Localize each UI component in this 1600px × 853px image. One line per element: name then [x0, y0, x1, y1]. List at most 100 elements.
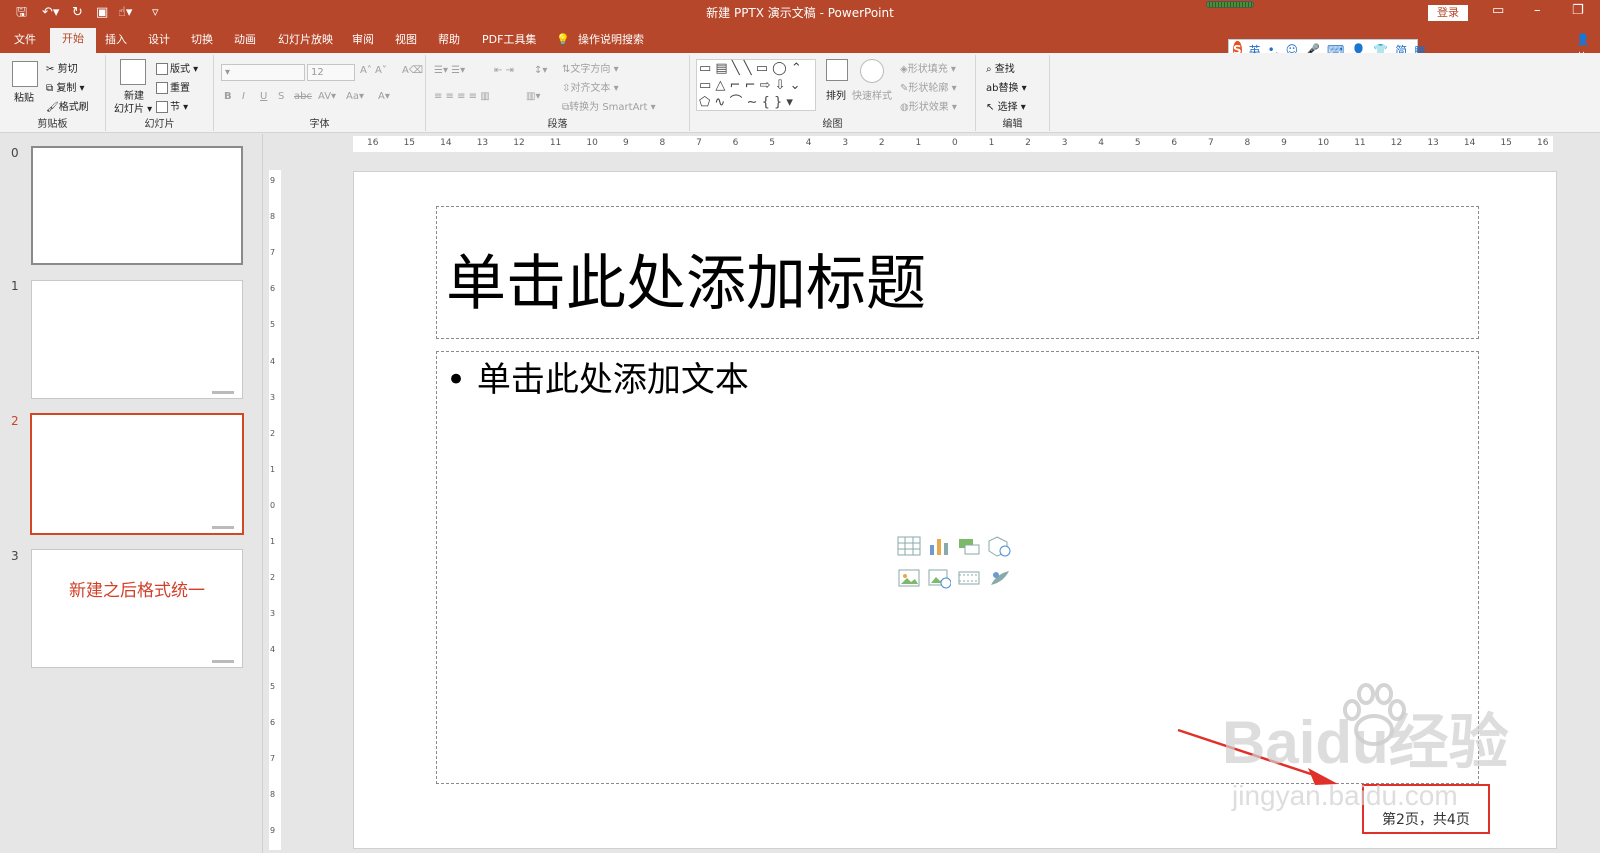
shape-outline-button[interactable]: ✎形状轮廓 ▾: [900, 79, 957, 94]
section-icon: [156, 101, 168, 113]
shape-fill-button[interactable]: ◈形状填充 ▾: [900, 60, 956, 75]
bold-icon[interactable]: B: [224, 91, 232, 102]
layout-button[interactable]: 版式 ▾: [156, 60, 198, 75]
copy-button[interactable]: ⧉ 复制 ▾: [46, 79, 85, 94]
find-button[interactable]: ⌕ 查找: [986, 60, 1015, 75]
tab-insert[interactable]: 插入: [105, 31, 127, 49]
strikethrough-icon[interactable]: abc: [294, 91, 312, 102]
tab-view[interactable]: 视图: [395, 31, 417, 49]
slide-thumbnail-3[interactable]: 新建之后格式统一: [31, 549, 243, 668]
tell-me-search[interactable]: 操作说明搜索: [578, 31, 644, 49]
font-size-combo[interactable]: 12: [307, 64, 355, 81]
vertical-ruler[interactable]: 9 8 7 6 5 4 3 2 1 0 1 2 3 4 5 6 7 8 9: [269, 170, 281, 850]
line-spacing-icon[interactable]: ↕▾: [534, 65, 547, 76]
ribbon-display-options-icon[interactable]: ▭: [1492, 3, 1504, 18]
change-case-icon[interactable]: Aa▾: [346, 91, 364, 102]
tab-file[interactable]: 文件: [14, 31, 36, 49]
paste-button[interactable]: 粘贴: [14, 89, 34, 104]
ruler-tick-label: 9: [1281, 138, 1287, 148]
insert-table-icon[interactable]: [897, 535, 921, 557]
section-button[interactable]: 节 ▾: [156, 98, 188, 113]
quick-styles-button[interactable]: 快速样式: [852, 87, 892, 102]
thumbnail-title: 新建之后格式统一: [69, 581, 205, 601]
arrange-icon: [826, 59, 848, 81]
select-button[interactable]: ↖ 选择 ▾: [986, 98, 1026, 113]
shapes-gallery[interactable]: ▭ ▤ ╲ ╲ ▭ ◯ ⌃ ▭ △ ⌐ ⌐ ⇨ ⇩ ⌄ ⬠ ∿ ⌒ ∼ { } ▾: [696, 59, 816, 111]
share-button[interactable]: 👤共: [1576, 31, 1600, 64]
italic-icon[interactable]: I: [242, 91, 245, 102]
ruler-tick-label: 5: [270, 320, 276, 330]
insert-video-icon[interactable]: [957, 567, 981, 589]
text-direction-button[interactable]: ⇅文字方向 ▾: [562, 60, 619, 75]
align-icons[interactable]: ≡ ≡ ≡ ≡ ▥: [434, 91, 490, 102]
reset-button[interactable]: 重置: [156, 79, 190, 94]
login-button[interactable]: 登录: [1428, 5, 1468, 21]
shape-effects-button[interactable]: ◍形状效果 ▾: [900, 98, 957, 113]
convert-smartart-label: 转换为 SmartArt: [569, 102, 648, 113]
tab-home[interactable]: 开始: [50, 28, 96, 53]
progress-indicator: [1206, 1, 1254, 8]
slide-thumbnail-0[interactable]: [31, 146, 243, 265]
lightbulb-icon[interactable]: 💡: [556, 31, 570, 49]
tab-transitions[interactable]: 切换: [191, 31, 213, 49]
horizontal-ruler[interactable]: 16 15 14 13 12 11 10 9 8 7 6 5 4 3 2 1 0 1 2 3 4 5 6 7 8 9 10 11 12 1…: [353, 136, 1553, 152]
ruler-tick-label: 1: [270, 464, 276, 474]
insert-picture-icon[interactable]: [897, 567, 921, 589]
ruler-tick-label: 15: [403, 138, 416, 148]
slide-thumbnail-2[interactable]: [30, 413, 244, 535]
insert-smartart-icon[interactable]: [957, 535, 981, 557]
title-placeholder[interactable]: 单击此处添加标题: [436, 206, 1479, 339]
minimize-icon[interactable]: –: [1534, 3, 1541, 18]
ruler-tick-label: 16: [367, 138, 379, 148]
ruler-tick-label: 9: [622, 138, 629, 148]
insert-online-picture-icon[interactable]: [927, 567, 951, 589]
ruler-tick-label: 3: [270, 392, 276, 402]
replace-label: 替换: [998, 83, 1019, 94]
tab-design[interactable]: 设计: [148, 31, 170, 49]
ruler-tick-label: 8: [659, 138, 666, 148]
ruler-tick-label: 2: [270, 428, 276, 438]
tab-pdf-tools[interactable]: PDF工具集: [482, 31, 536, 49]
ruler-tick-label: 3: [1061, 138, 1068, 148]
clipboard-group-label: 剪贴板: [37, 119, 68, 130]
char-spacing-icon[interactable]: AV▾: [318, 91, 336, 102]
tab-review[interactable]: 审阅: [352, 31, 374, 49]
insert-icon-icon[interactable]: [987, 567, 1011, 589]
slide-thumbnail-1[interactable]: [31, 280, 243, 399]
ribbon: 粘贴 ✂ 剪切 ⧉ 复制 ▾ 🖌格式刷 剪贴板 新建 幻灯片 ▾ 版式 ▾ 重置…: [0, 53, 1600, 133]
align-text-button[interactable]: ⇳对齐文本 ▾: [562, 79, 619, 94]
convert-smartart-button[interactable]: ⧉转换为 SmartArt ▾: [562, 98, 656, 113]
tab-slideshow[interactable]: 幻灯片放映: [278, 31, 333, 49]
shape-effects-label: 形状效果: [908, 102, 949, 113]
format-painter-button[interactable]: 🖌格式刷: [46, 98, 89, 113]
insert-3d-model-icon[interactable]: [987, 535, 1011, 557]
replace-button[interactable]: ab替换 ▾: [986, 79, 1027, 94]
tab-help[interactable]: 帮助: [438, 31, 460, 49]
columns-icon[interactable]: ▥▾: [526, 91, 540, 102]
grow-font-icon[interactable]: A˄ A˅: [360, 65, 387, 76]
indent-icon[interactable]: ⇤ ⇥: [494, 65, 514, 76]
ruler-tick-label: 12: [513, 138, 525, 148]
restore-icon[interactable]: ❐: [1572, 3, 1584, 18]
font-color-icon[interactable]: A▾: [378, 91, 390, 102]
content-placeholder-text[interactable]: • 单击此处添加文本: [446, 352, 749, 401]
slide-thumbnail-pane[interactable]: 0 1 2 3 新建之后格式统一: [0, 134, 263, 853]
slides-group-label: 幻灯片: [144, 119, 175, 130]
bullets-icon[interactable]: ☰▾ ☰▾: [434, 65, 465, 76]
font-name-combo[interactable]: ▾: [221, 64, 305, 81]
title-placeholder-text[interactable]: 单击此处添加标题: [446, 235, 926, 322]
arrange-button[interactable]: 排列: [826, 87, 846, 102]
search-icon: ⌕: [986, 64, 992, 75]
new-slide-button[interactable]: 幻灯片 ▾: [114, 100, 152, 115]
font-size-value: 12: [311, 67, 324, 78]
slide-number: 2: [11, 414, 19, 428]
slide-number: 0: [11, 146, 19, 160]
ruler-tick-label: 5: [769, 138, 775, 148]
new-slide-label-2: 幻灯片: [114, 104, 144, 115]
underline-icon[interactable]: U: [260, 91, 267, 102]
shadow-icon[interactable]: S: [278, 91, 284, 102]
insert-chart-icon[interactable]: [927, 535, 951, 557]
clear-format-icon[interactable]: A⌫: [402, 65, 423, 76]
cut-button[interactable]: ✂ 剪切: [46, 60, 78, 75]
tab-animations[interactable]: 动画: [234, 31, 256, 49]
